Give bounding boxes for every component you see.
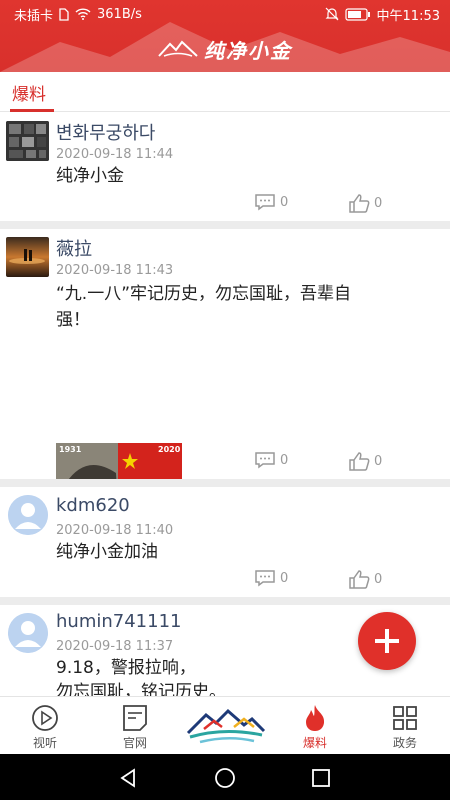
post-actions: 0 0 xyxy=(0,451,450,475)
tab-bar: 爆料 xyxy=(0,72,450,112)
like-count: 0 xyxy=(374,195,383,211)
avatar[interactable] xyxy=(8,613,48,653)
post-actions: 0 0 xyxy=(0,193,450,217)
system-nav-bar xyxy=(0,754,450,800)
avatar[interactable] xyxy=(8,495,48,535)
nav-label: 爆料 xyxy=(302,736,327,750)
mountain-logo-icon xyxy=(158,40,198,57)
avatar[interactable] xyxy=(6,237,49,277)
post-divider xyxy=(0,479,450,487)
comment-icon xyxy=(255,194,275,211)
post-item[interactable]: 薇拉 2020-09-18 11:43 “九.一八”牢记历史，勿忘国耻，吾辈自 … xyxy=(0,229,450,555)
comment-count: 0 xyxy=(280,194,289,210)
add-post-button[interactable] xyxy=(358,612,416,670)
comment-count: 0 xyxy=(280,452,289,468)
nav-item-baoliao[interactable]: 爆料 xyxy=(270,697,360,755)
home-circle-icon xyxy=(215,768,235,788)
post-divider xyxy=(0,597,450,605)
post-actions: 0 0 xyxy=(0,569,450,593)
battery-icon xyxy=(344,7,371,21)
tab-baoliao[interactable]: 爆料 xyxy=(12,80,46,105)
nav-label: 官网 xyxy=(122,736,147,750)
nav-item-zhengwu[interactable]: 政务 xyxy=(360,697,450,755)
sim-icon xyxy=(59,7,69,21)
bottom-nav: 视听 官网 爆料 政务 xyxy=(0,696,450,754)
mountain-logo-icon xyxy=(186,708,266,744)
like-count: 0 xyxy=(374,453,383,469)
app-title: 纯净小金 xyxy=(204,38,292,63)
mute-bell-icon xyxy=(325,7,339,21)
document-icon xyxy=(120,703,150,733)
tab-active-indicator xyxy=(10,109,54,112)
app-header: 未插卡 361B/s 中午11:53 纯净小金 xyxy=(0,0,450,72)
avatar[interactable] xyxy=(6,121,49,161)
post-content-line: “九.一八”牢记历史，勿忘国耻，吾辈自 xyxy=(56,284,352,304)
thumbs-up-icon xyxy=(349,194,370,213)
nav-item-shiting[interactable]: 视听 xyxy=(0,697,90,755)
back-triangle-icon xyxy=(120,768,135,788)
recents-button[interactable] xyxy=(309,766,333,790)
recents-square-icon xyxy=(312,769,330,787)
wifi-icon xyxy=(75,8,91,20)
grid-icon xyxy=(390,703,420,733)
comment-count: 0 xyxy=(280,570,289,586)
post-content-line: 勿忘国耻，铭记历史。 xyxy=(56,682,226,696)
like-count: 0 xyxy=(374,571,383,587)
username[interactable]: kdm620 xyxy=(56,495,130,516)
header-logo: 纯净小金 xyxy=(0,34,450,64)
nav-label: 政务 xyxy=(392,736,417,750)
plus-icon xyxy=(375,629,399,653)
thumbs-up-icon xyxy=(349,570,370,589)
post-time: 2020-09-18 11:44 xyxy=(56,147,174,162)
clock: 中午11:53 xyxy=(376,8,440,24)
play-circle-icon xyxy=(30,703,60,733)
like-button[interactable]: 0 xyxy=(348,193,382,213)
nav-item-home-logo[interactable] xyxy=(180,697,270,755)
network-speed: 361B/s xyxy=(97,6,142,22)
comment-button[interactable]: 0 xyxy=(254,569,288,587)
comment-button[interactable]: 0 xyxy=(254,193,288,211)
comment-button[interactable]: 0 xyxy=(254,451,288,469)
post-content: 纯净小金 xyxy=(56,166,124,186)
like-button[interactable]: 0 xyxy=(348,569,382,589)
home-button[interactable] xyxy=(213,766,237,790)
like-button[interactable]: 0 xyxy=(348,451,382,471)
post-feed[interactable]: 변화무궁하다 2020-09-18 11:44 纯净小金 0 0 薇拉 2020… xyxy=(0,113,450,696)
post-item[interactable]: 변화무궁하다 2020-09-18 11:44 纯净小金 0 0 xyxy=(0,113,450,221)
username[interactable]: humin741111 xyxy=(56,611,181,632)
flame-icon xyxy=(300,703,330,733)
comment-icon xyxy=(255,452,275,469)
nav-label: 视听 xyxy=(32,736,57,750)
username[interactable]: 薇拉 xyxy=(56,235,92,261)
status-bar: 未插卡 361B/s 中午11:53 xyxy=(0,0,450,28)
thumbs-up-icon xyxy=(349,452,370,471)
carrier-label: 未插卡 xyxy=(14,8,54,24)
nav-item-guanwang[interactable]: 官网 xyxy=(90,697,180,755)
username[interactable]: 변화무궁하다 xyxy=(56,119,155,145)
post-divider xyxy=(0,221,450,229)
post-time: 2020-09-18 11:40 xyxy=(56,523,174,538)
post-time: 2020-09-18 11:43 xyxy=(56,263,174,278)
post-item[interactable]: kdm620 2020-09-18 11:40 纯净小金加油 0 0 xyxy=(0,487,450,597)
comment-icon xyxy=(255,570,275,587)
post-content: 纯净小金加油 xyxy=(56,542,158,562)
post-time: 2020-09-18 11:37 xyxy=(56,639,174,654)
post-content-line: 强！ xyxy=(56,310,90,330)
back-button[interactable] xyxy=(116,766,140,790)
